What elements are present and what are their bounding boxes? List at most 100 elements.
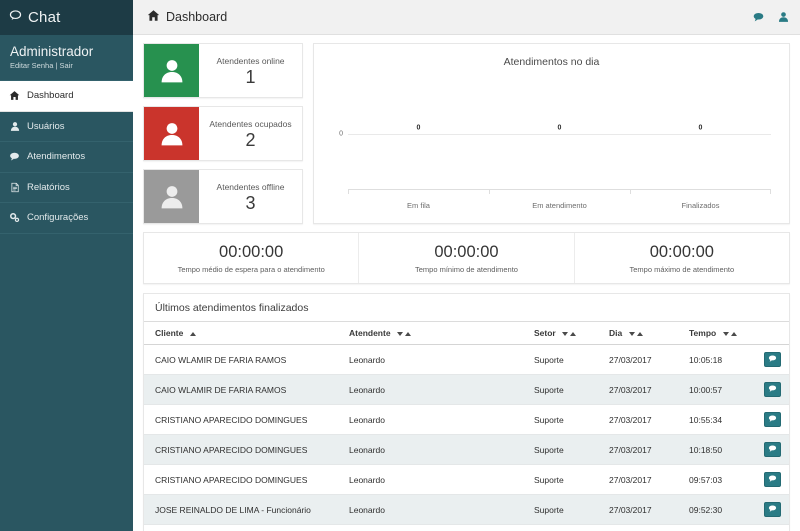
cell-action [764, 464, 789, 495]
chart-title: Atendimentos no dia [503, 56, 600, 68]
timer-value: 00:00:00 [219, 242, 284, 261]
cell-tempo: 09:52:30 [689, 494, 764, 525]
table-row[interactable]: CAIO WLAMIR DE FARIA RAMOS Leonardo Supo… [144, 374, 789, 405]
cell-atendente: Leonardo [349, 374, 534, 405]
sort-indicator-both[interactable] [396, 331, 411, 336]
cell-atendente: Leonardo [349, 464, 534, 495]
chat-bubble-icon[interactable] [752, 11, 765, 23]
cell-cliente: CAIO WLAMIR DE FARIA RAMOS [144, 344, 349, 375]
column-label: Setor [534, 328, 556, 338]
main-area: Dashboard Atendentes online 1 Atendentes… [133, 0, 800, 531]
chart-bars: 0 0 0 [348, 80, 771, 187]
cell-atendente: Leonardo [349, 344, 534, 375]
cell-atendente: Leonardo [349, 524, 534, 531]
cell-cliente: CRISTIANO APARECIDO DOMINGUES [144, 464, 349, 495]
cell-tempo: 10:55:34 [689, 404, 764, 435]
sidebar: Chat Administrador Editar Senha | Sair D… [0, 0, 133, 531]
cell-atendente: Leonardo [349, 404, 534, 435]
sidebar-item-label: Dashboard [27, 90, 74, 102]
attendances-table: Cliente Atendente Setor Dia Tempo CAIO W… [144, 321, 789, 531]
cell-cliente: LEONARDO BATISTA NEVES [144, 524, 349, 531]
user-name: Administrador [10, 44, 94, 59]
table-row[interactable]: JOSE REINALDO DE LIMA - Funcionário Leon… [144, 494, 789, 525]
user-links: Editar Senha | Sair [10, 61, 123, 70]
cell-action [764, 404, 789, 435]
user-icon [144, 107, 199, 160]
chart-bar-value: 0 [557, 123, 562, 131]
cell-setor: Suporte [534, 524, 609, 531]
cell-setor: Suporte [534, 374, 609, 405]
stat-cards: Atendentes online 1 Atendentes ocupados … [143, 43, 303, 224]
view-chat-button[interactable] [764, 382, 781, 397]
column-header-atendente[interactable]: Atendente [349, 321, 534, 345]
view-chat-button[interactable] [764, 442, 781, 457]
view-chat-button[interactable] [764, 352, 781, 367]
logout-link[interactable]: Sair [60, 61, 73, 70]
cell-cliente: CRISTIANO APARECIDO DOMINGUES [144, 434, 349, 465]
brand-logo[interactable]: Chat [0, 0, 133, 35]
stat-card-online[interactable]: Atendentes online 1 [143, 43, 303, 98]
column-header-cliente[interactable]: Cliente [144, 321, 349, 345]
home-icon [9, 90, 20, 101]
column-header-tempo[interactable]: Tempo [689, 321, 764, 345]
view-chat-button[interactable] [764, 502, 781, 517]
user-icon[interactable] [778, 11, 789, 23]
sort-indicator-asc[interactable] [189, 331, 196, 336]
user-icon [144, 44, 199, 97]
sidebar-item-configuracoes[interactable]: Configurações [0, 203, 133, 234]
timer-label: Tempo máximo de atendimento [629, 264, 735, 274]
stat-card-ocupados[interactable]: Atendentes ocupados 2 [143, 106, 303, 161]
stat-label: Atendentes online [216, 56, 285, 66]
sidebar-item-dashboard[interactable]: Dashboard [0, 81, 133, 112]
cell-dia: 27/03/2017 [609, 344, 689, 375]
view-chat-button[interactable] [764, 472, 781, 487]
column-header-dia[interactable]: Dia [609, 321, 689, 345]
chat-bubble-icon [768, 444, 777, 455]
table-row[interactable]: CAIO WLAMIR DE FARIA RAMOS Leonardo Supo… [144, 344, 789, 375]
cell-action [764, 374, 789, 405]
chat-bubble-icon [768, 384, 777, 395]
chart-plot-area: 0 0 0 0 Em fila Em atendimento Finalizad… [326, 80, 777, 215]
column-header-setor[interactable]: Setor [534, 321, 609, 345]
page-title: Dashboard [147, 9, 227, 25]
chat-bubble-icon [9, 9, 22, 27]
chat-bubble-icon [768, 474, 777, 485]
table-header-row: Cliente Atendente Setor Dia Tempo [144, 321, 789, 345]
sidebar-item-usuarios[interactable]: Usuários [0, 112, 133, 142]
view-chat-button[interactable] [764, 412, 781, 427]
sidebar-item-atendimentos[interactable]: Atendimentos [0, 142, 133, 173]
table-row[interactable]: LEONARDO BATISTA NEVES Leonardo Suporte … [144, 524, 789, 531]
cell-cliente: CAIO WLAMIR DE FARIA RAMOS [144, 374, 349, 405]
timer-card-minimo: 00:00:00 Tempo mínimo de atendimento [359, 233, 575, 283]
chart-x-tick: Em atendimento [532, 201, 587, 210]
chart-ytick-label: 0 [339, 130, 343, 137]
chart-bar: 0 [348, 80, 489, 187]
column-header-acao [764, 321, 789, 345]
sidebar-item-relatorios[interactable]: Relatórios [0, 173, 133, 203]
sort-indicator-both[interactable] [562, 331, 577, 336]
chart-bar: 0 [630, 80, 771, 187]
table-row[interactable]: CRISTIANO APARECIDO DOMINGUES Leonardo S… [144, 434, 789, 465]
timer-value: 00:00:00 [434, 242, 499, 261]
sidebar-item-label: Relatórios [27, 181, 70, 193]
cell-dia: 27/03/2017 [609, 494, 689, 525]
edit-password-link[interactable]: Editar Senha [10, 61, 53, 70]
chart-bar-value: 0 [698, 123, 703, 131]
timer-value: 00:00:00 [649, 242, 714, 261]
table-row[interactable]: CRISTIANO APARECIDO DOMINGUES Leonardo S… [144, 464, 789, 495]
sort-indicator-both[interactable] [722, 331, 737, 336]
brand-title: Chat [28, 9, 61, 26]
cell-action [764, 494, 789, 525]
sort-indicator-both[interactable] [628, 331, 643, 336]
table-row[interactable]: CRISTIANO APARECIDO DOMINGUES Leonardo S… [144, 404, 789, 435]
chart-plot: 0 0 0 0 [339, 80, 771, 187]
cell-dia: 27/03/2017 [609, 374, 689, 405]
recent-attendances-panel: Últimos atendimentos finalizados Cliente… [143, 293, 790, 531]
cell-tempo: 10:00:57 [689, 374, 764, 405]
sidebar-item-label: Configurações [27, 212, 89, 224]
top-row: Atendentes online 1 Atendentes ocupados … [143, 43, 790, 224]
stat-card-offline[interactable]: Atendentes offline 3 [143, 169, 303, 224]
chart-bar-value: 0 [416, 123, 421, 131]
stat-value: 1 [245, 67, 256, 87]
sidebar-user-block: Administrador Editar Senha | Sair [0, 35, 133, 80]
